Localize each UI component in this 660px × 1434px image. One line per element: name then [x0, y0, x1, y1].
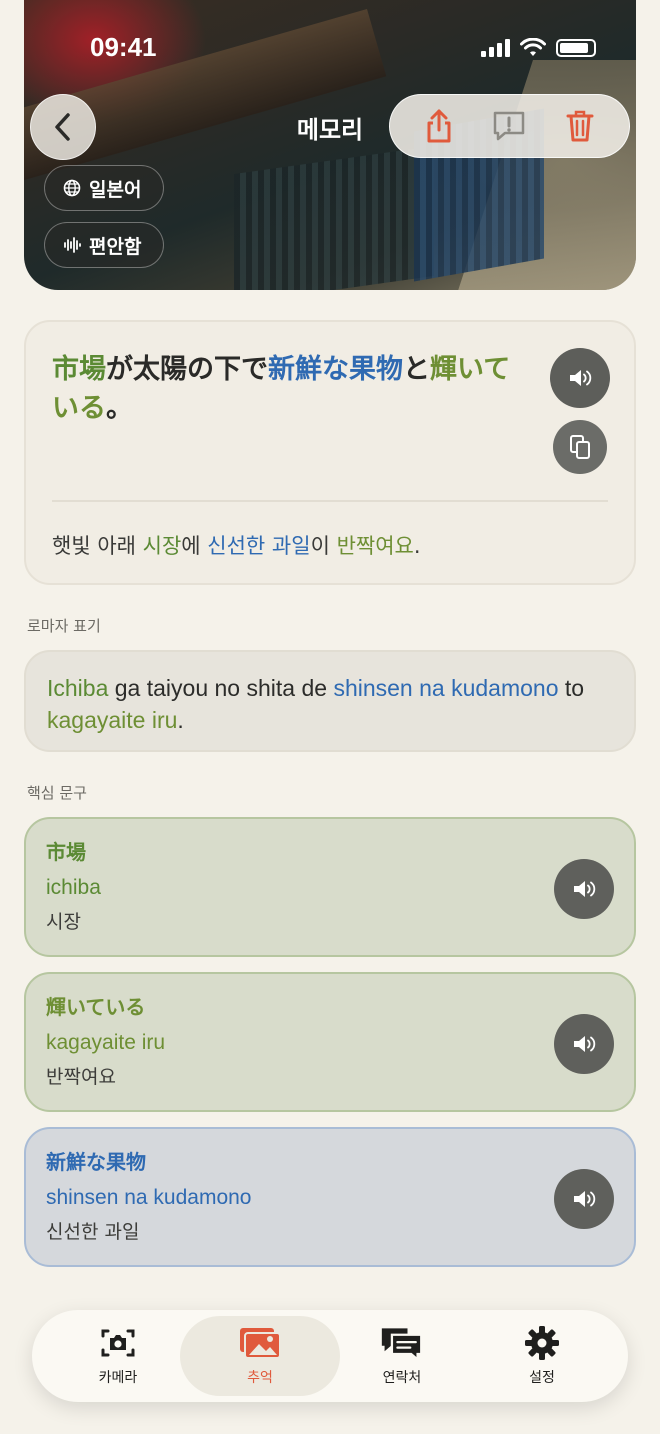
japanese-sentence: 市場が太陽の下で新鮮な果物と輝いている。: [52, 350, 512, 428]
jp-segment: が太陽の下で: [106, 354, 268, 385]
jp-segment: 市場: [52, 354, 106, 385]
status-icons: [481, 38, 596, 58]
chevron-left-icon: [55, 113, 70, 141]
key-phrase-card[interactable]: 輝いている kagayaite iru 반짝여요: [24, 972, 636, 1112]
phrase-romaji: kagayaite iru: [46, 1031, 166, 1054]
romaji-section-label: 로마자 표기: [27, 617, 101, 635]
copy-icon: [570, 435, 590, 459]
ko-segment: 신선한 과일: [207, 534, 311, 558]
play-phrase-button[interactable]: [554, 1169, 614, 1229]
phrase-romaji: shinsen na kudamono: [46, 1186, 252, 1209]
back-button[interactable]: [30, 94, 96, 160]
delete-button[interactable]: [555, 101, 605, 151]
globe-icon: [63, 179, 81, 197]
battery-icon: [556, 39, 596, 57]
chat-icon: [381, 1328, 423, 1362]
phrase-korean: 반짝여요: [46, 1066, 116, 1088]
ko-segment: 반짝여요: [336, 534, 414, 558]
phrase-korean: 시장: [46, 911, 81, 933]
speaker-icon: [574, 1191, 596, 1207]
phrase-korean: 신선한 과일: [46, 1221, 140, 1243]
ko-segment: 에: [181, 534, 208, 558]
play-phrase-button[interactable]: [554, 859, 614, 919]
waveform-icon: [64, 237, 81, 253]
page-title: 메모리: [296, 116, 364, 144]
ko-segment: 시장: [142, 534, 182, 558]
share-icon: [427, 109, 451, 143]
romaji-segment: Ichiba: [47, 675, 109, 701]
tab-bar: 카메라 추억 연락처 설정: [32, 1310, 628, 1402]
sentence-card: 市場が太陽の下で新鮮な果物と輝いている。 햇빛 아래 시장에 신선한 과일이 반…: [24, 320, 636, 585]
status-time: 09:41: [90, 32, 157, 62]
copy-button[interactable]: [553, 420, 607, 474]
romaji-segment: to: [558, 675, 585, 701]
speaker-icon: [574, 1036, 596, 1052]
tone-label: 편안함: [89, 235, 142, 258]
tone-chip[interactable]: 편안함: [44, 222, 164, 268]
romaji-segment: .: [177, 707, 184, 733]
tab-label: 카메라: [98, 1370, 138, 1386]
report-bubble-icon: [494, 111, 525, 141]
romaji-card: Ichiba ga taiyou no shita de shinsen na …: [24, 650, 636, 752]
speaker-icon: [574, 881, 596, 897]
jp-segment: と: [403, 354, 430, 385]
gear-icon: [525, 1326, 559, 1360]
tab-camera[interactable]: 카메라: [38, 1316, 198, 1396]
phrase-japanese: 輝いている: [46, 995, 146, 1019]
wifi-icon: [520, 38, 546, 56]
tab-settings[interactable]: 설정: [462, 1316, 622, 1396]
trash-icon: [566, 110, 594, 142]
play-phrase-button[interactable]: [554, 1014, 614, 1074]
phrase-romaji: ichiba: [46, 876, 101, 899]
tab-label: 추억: [247, 1370, 273, 1386]
language-label: 일본어: [89, 178, 142, 201]
jp-segment: 。: [106, 393, 133, 424]
ko-segment: .: [413, 534, 421, 558]
tab-label: 연락처: [382, 1370, 422, 1386]
tab-label: 설정: [529, 1370, 555, 1386]
report-button[interactable]: [484, 101, 534, 151]
romaji-segment: kagayaite iru: [47, 707, 178, 733]
camera-icon: [101, 1329, 135, 1357]
action-toolbar: [389, 94, 630, 158]
romaji-segment: ga taiyou no shita de: [108, 675, 334, 701]
ko-segment: 이: [310, 534, 337, 558]
ko-segment: 햇빛 아래: [52, 534, 143, 558]
tab-memories[interactable]: 추억: [180, 1316, 340, 1396]
phrase-japanese: 新鮮な果物: [46, 1150, 146, 1174]
photos-icon: [240, 1328, 281, 1359]
share-button[interactable]: [414, 101, 464, 151]
romaji-segment: shinsen na kudamono: [333, 675, 559, 701]
phrase-japanese: 市場: [46, 840, 86, 864]
key-phrases-section-label: 핵심 문구: [27, 784, 87, 802]
speaker-icon: [570, 370, 592, 386]
key-phrase-card[interactable]: 市場 ichiba 시장: [24, 817, 636, 957]
tab-contacts[interactable]: 연락처: [322, 1316, 482, 1396]
jp-segment: 新鮮な果物: [268, 354, 403, 385]
korean-translation: 햇빛 아래 시장에 신선한 과일이 반짝여요.: [52, 530, 421, 560]
cellular-signal-icon: [481, 39, 510, 57]
play-sentence-button[interactable]: [550, 348, 610, 408]
key-phrase-card[interactable]: 新鮮な果物 shinsen na kudamono 신선한 과일: [24, 1127, 636, 1267]
divider: [52, 500, 608, 502]
language-chip[interactable]: 일본어: [44, 165, 164, 211]
